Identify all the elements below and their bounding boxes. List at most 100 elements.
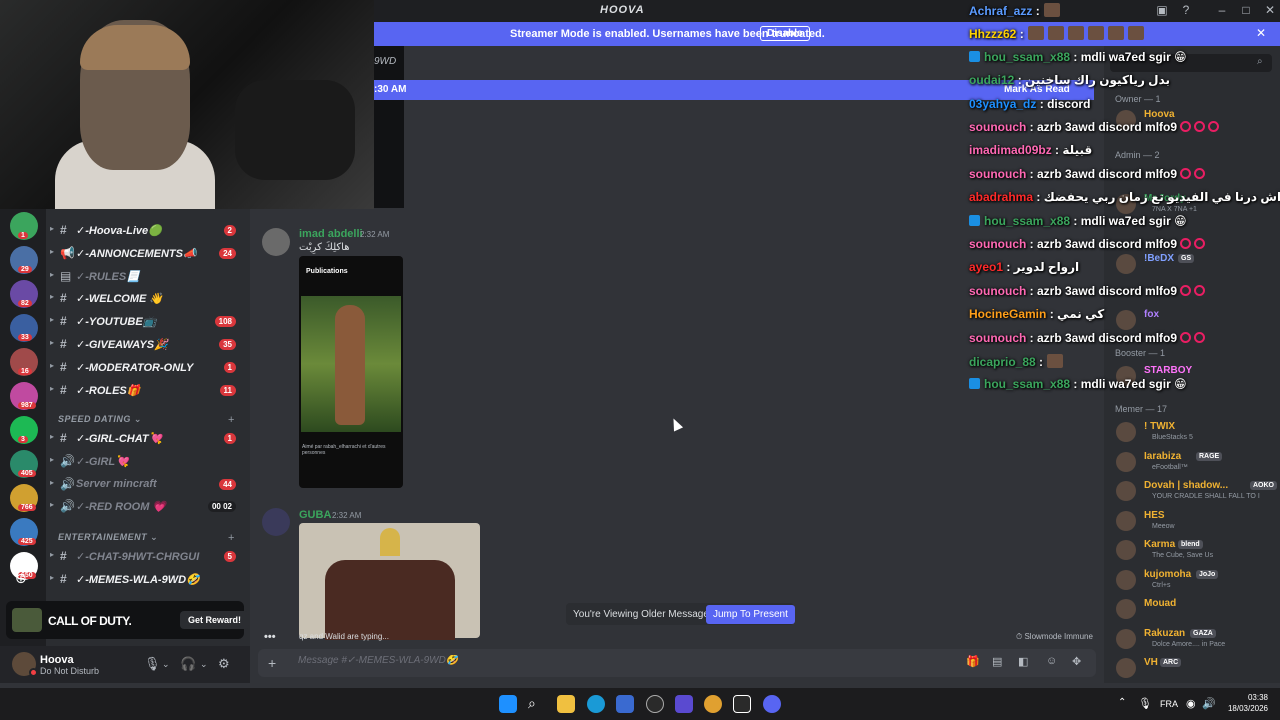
chat-username: sounouch	[969, 237, 1027, 251]
add-channel-icon[interactable]: +	[228, 414, 234, 426]
member-activity: Ctrl+s	[1152, 581, 1171, 589]
member-item[interactable]: HES Meeow	[1112, 507, 1276, 535]
add-channel-icon[interactable]: +	[228, 532, 234, 544]
channel-item[interactable]: ▸ # ✓-MODERATOR-ONLY 1	[50, 358, 246, 378]
emoji-icon[interactable]: ☺	[1046, 655, 1057, 667]
channel-item[interactable]: ▸ # ✓-ROLES🎁 11	[50, 381, 246, 401]
channel-item[interactable]: ▸ 🔊 ✓-GIRL💘	[50, 452, 246, 472]
avatar	[1116, 599, 1136, 619]
add-server-icon[interactable]: ⊕	[15, 570, 27, 587]
jump-to-present-button[interactable]: Jump To Present	[706, 605, 795, 624]
channel-item[interactable]: ▸ # ✓-WELCOME 👋	[50, 289, 246, 309]
obs-icon[interactable]	[733, 695, 751, 713]
category-speed-dating[interactable]: SPEED DATING ⌄	[58, 414, 142, 425]
channel-type-icon: ▤	[60, 268, 72, 283]
channel-item[interactable]: ▸ ▤ ✓-RULES📃	[50, 267, 246, 287]
member-item[interactable]: kujomoha Ctrl+s JoJo	[1112, 566, 1276, 594]
member-activity: Dolce Amore.... in Pace	[1152, 640, 1226, 648]
user-name[interactable]: Hoova	[40, 654, 74, 666]
chat-username: HocineGamin	[969, 307, 1047, 322]
search-icon[interactable]: ⌕	[528, 695, 546, 713]
server-badge: 33	[18, 334, 32, 341]
streamer-disable-button[interactable]: Disable	[760, 26, 810, 41]
gift-icon[interactable]: 🎁	[966, 655, 980, 668]
member-item[interactable]: Mouad	[1112, 595, 1276, 623]
category-entertainment[interactable]: ENTERTAINEMENT ⌄	[58, 532, 158, 543]
file-explorer-icon[interactable]	[557, 695, 575, 713]
edge-browser-icon[interactable]	[587, 695, 605, 713]
gif-icon[interactable]: ▤	[992, 655, 1002, 668]
mention-badge: 00 02	[207, 501, 236, 513]
message-author[interactable]: GUBA	[299, 509, 331, 521]
member-item[interactable]: Dovah | shadow... YOUR CRADLE SHALL FALL …	[1112, 477, 1277, 505]
channel-item[interactable]: ▸ 🔊 ✓-RED ROOM 💗 00 02	[50, 497, 246, 517]
message-input[interactable]	[298, 655, 948, 666]
channel-item[interactable]: ▸ # ✓-Hoova-Live🟢 2	[50, 221, 246, 241]
headphones-icon[interactable]: 🎧	[180, 656, 196, 672]
channel-item[interactable]: ▸ # ✓-YOUTUBE📺 108	[50, 312, 246, 332]
channel-item[interactable]: ▸ # ✓-CHAT-9HWT-CHRGUI 5	[50, 547, 246, 567]
chevron-right-icon: ▸	[50, 360, 55, 370]
clock-time[interactable]: 03:38	[1220, 693, 1268, 702]
member-item[interactable]: Rakuzan Dolce Amore.... in Pace GAZA	[1112, 625, 1276, 653]
gear-icon[interactable]: ⚙	[218, 656, 230, 672]
member-item[interactable]: VH ARC	[1112, 654, 1276, 682]
member-item[interactable]: Karma The Cube, Save Us blend	[1112, 536, 1276, 564]
app-icon[interactable]	[675, 695, 693, 713]
channel-item[interactable]: ▸ # ✓-MEMES-WLA-9WD🤣	[50, 570, 246, 590]
app-icon[interactable]	[646, 695, 664, 713]
message-time: 2:32 AM	[360, 230, 390, 239]
channel-item[interactable]: ▸ 🔊 Server mincraft 44	[50, 475, 246, 495]
channel-item[interactable]: ▸ # ✓-GIRL-CHAT💘 1	[50, 429, 246, 449]
get-reward-button[interactable]: Get Reward!	[180, 611, 250, 629]
member-item[interactable]: ! TWIX BlueStacks 5	[1112, 418, 1276, 446]
chat-username: 03yahya_dz	[969, 96, 1037, 111]
chat-username: Hhzzz62	[969, 27, 1017, 42]
attach-icon[interactable]: +	[268, 655, 276, 671]
member-activity: YOUR CRADLE SHALL FALL TO I	[1152, 493, 1260, 500]
channel-type-icon: 📢	[60, 245, 75, 260]
store-icon[interactable]	[616, 695, 634, 713]
chrome-icon[interactable]	[704, 695, 722, 713]
microphone-icon[interactable]: 🎙	[1138, 697, 1152, 710]
chevron-down-icon[interactable]: ⌄	[162, 659, 170, 670]
sticker-icon[interactable]: ◧	[1018, 655, 1028, 668]
clock-date[interactable]: 18/03/2026	[1220, 704, 1268, 713]
chat-message: : هوقا واش درنا في الفيديو تع زمان ربي ي…	[1036, 190, 1280, 205]
avatar[interactable]	[262, 508, 290, 536]
close-icon[interactable]: ✕	[1256, 26, 1266, 40]
emote-icon	[1027, 26, 1044, 41]
message-author[interactable]: imad abdelli	[299, 228, 363, 240]
close-window-button[interactable]: ✕	[1260, 3, 1280, 17]
promo-title: CALL OF DUTY.	[48, 614, 132, 628]
older-messages-text: You're Viewing Older Messages	[573, 609, 714, 620]
channel-item[interactable]: ▸ # ✓-GIVEAWAYS🎉 35	[50, 335, 246, 355]
server-badge: 987	[18, 402, 36, 409]
microphone-icon[interactable]: 🎙	[144, 656, 161, 672]
chevron-right-icon: ▸	[50, 454, 55, 464]
channel-type-icon: #	[60, 549, 67, 563]
windows-start-icon[interactable]	[499, 695, 517, 713]
window-title: HOOVA	[600, 4, 645, 16]
chevron-down-icon[interactable]: ⌄	[200, 659, 208, 670]
discord-icon[interactable]	[763, 695, 781, 713]
stream-chat-line: sounouch : azrb 3awd discord mlfo9	[969, 237, 1206, 251]
avatar	[1116, 540, 1136, 560]
volume-icon[interactable]: 🔊	[1202, 697, 1216, 710]
heart-emote-icon	[1180, 167, 1192, 179]
network-icon[interactable]: ◉	[1186, 697, 1196, 710]
chat-username: sounouch	[969, 330, 1027, 345]
member-name: Karma	[1144, 539, 1176, 550]
channel-item[interactable]: ▸ 📢 ✓-ANNONCEMENTS📣 24	[50, 244, 246, 264]
server-badge: 766	[18, 504, 36, 511]
avatar[interactable]	[262, 228, 290, 256]
language-indicator[interactable]: FRA	[1160, 699, 1178, 709]
member-item[interactable]: Iarabiza eFootball™ RAGE	[1112, 448, 1276, 476]
chat-message: : azrb 3awd discord mlfo9	[1029, 330, 1178, 345]
chevron-up-icon[interactable]: ⌃	[1118, 697, 1126, 708]
typing-indicator-icon: •••	[264, 631, 276, 643]
member-activity: eFootball™	[1152, 463, 1188, 471]
member-name: kujomoha	[1144, 568, 1192, 580]
apps-icon[interactable]: ✥	[1072, 655, 1081, 668]
chat-message: : azrb 3awd discord mlfo9	[1029, 120, 1178, 134]
